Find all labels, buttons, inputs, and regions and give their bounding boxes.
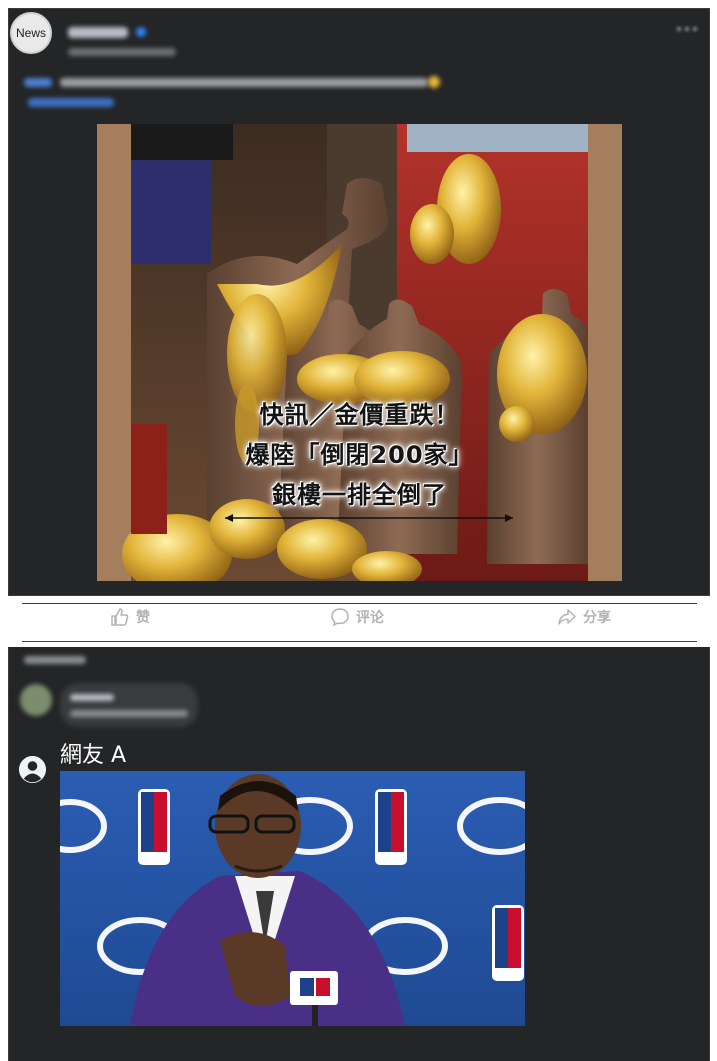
comment-author-name[interactable]: 網友 A bbox=[60, 737, 126, 769]
emoji-icon bbox=[428, 76, 440, 88]
comment-bubble-redacted bbox=[60, 683, 198, 727]
user-avatar-icon[interactable] bbox=[19, 756, 46, 783]
page-name-redacted[interactable] bbox=[68, 27, 128, 38]
image-headline-line-1: 快訊／金價重跌！ bbox=[259, 401, 460, 429]
comment-reaction-image[interactable] bbox=[60, 771, 525, 1026]
share-arrow-icon bbox=[558, 609, 576, 625]
post-hashtag-redacted[interactable] bbox=[28, 98, 114, 107]
commenter-avatar-redacted[interactable] bbox=[20, 684, 52, 716]
more-options-icon[interactable] bbox=[677, 26, 697, 32]
share-button[interactable]: 分享 bbox=[557, 605, 611, 629]
like-button[interactable]: 赞 bbox=[110, 605, 150, 629]
comment-text-redacted bbox=[70, 710, 188, 717]
comment-author-redacted[interactable] bbox=[70, 694, 114, 701]
verified-icon bbox=[136, 27, 146, 37]
page-avatar[interactable]: News bbox=[10, 12, 52, 54]
post-text-link-redacted[interactable] bbox=[24, 78, 52, 87]
image-headline-line-2: 爆陸「倒閉200家」 bbox=[245, 441, 474, 469]
press-conference-photo bbox=[60, 771, 525, 1026]
comment-bubble-icon bbox=[331, 608, 349, 627]
like-label: 赞 bbox=[136, 610, 150, 626]
comment-sort-redacted[interactable] bbox=[24, 656, 86, 664]
share-label: 分享 bbox=[583, 610, 611, 626]
post-timestamp-redacted[interactable] bbox=[68, 48, 176, 56]
actions-divider-top bbox=[22, 603, 697, 604]
image-headline-line-3: 銀樓一排全倒了 bbox=[272, 481, 447, 509]
comment-label: 评论 bbox=[356, 610, 384, 626]
post-text-redacted bbox=[60, 78, 428, 87]
thumbs-up-icon bbox=[111, 608, 129, 626]
post-image[interactable]: 快訊／金價重跌！ 爆陸「倒閉200家」 銀樓一排全倒了 bbox=[97, 124, 622, 581]
jewelry-scene bbox=[97, 124, 622, 581]
comment-button[interactable]: 评论 bbox=[330, 605, 384, 629]
actions-divider-bottom bbox=[22, 641, 697, 642]
